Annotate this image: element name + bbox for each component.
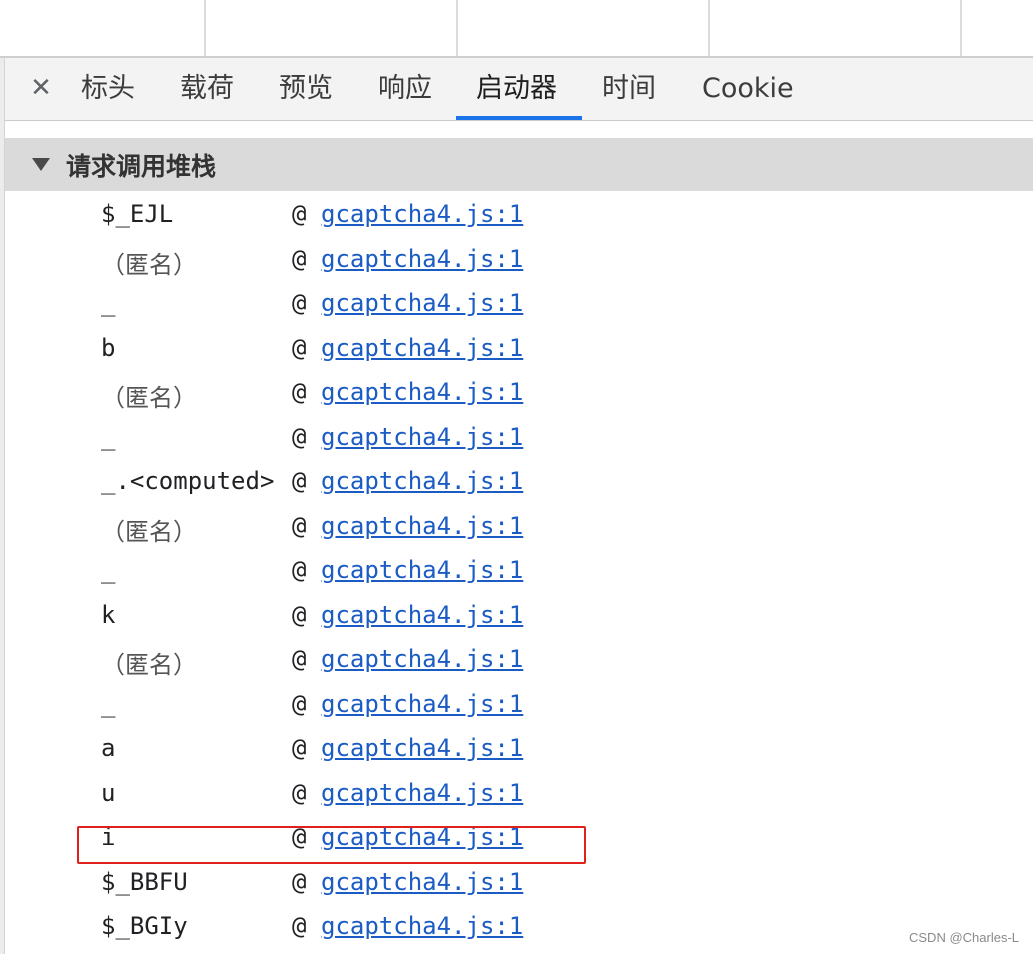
function-name: （匿名） [101, 384, 197, 412]
at-separator: @ [292, 333, 307, 362]
function-name: $_EJL [101, 200, 174, 228]
function-name: _ [101, 422, 116, 451]
column-divider[interactable] [960, 0, 962, 57]
active-tab-indicator [456, 116, 582, 120]
source-location-link[interactable]: gcaptcha4.js:1 [321, 245, 523, 273]
function-name: k [101, 600, 116, 629]
source-location-link[interactable]: gcaptcha4.js:1 [321, 868, 523, 896]
network-table-header-strip [0, 0, 1033, 57]
close-icon[interactable]: ✕ [25, 72, 57, 104]
stack-frame-row: a @ gcaptcha4.js:1 [5, 728, 1033, 773]
stack-frame-row: _ @ gcaptcha4.js:1 [5, 417, 1033, 462]
at-separator: @ [292, 645, 307, 673]
tab-cookies[interactable]: Cookie [702, 58, 794, 120]
source-location-link[interactable]: gcaptcha4.js:1 [321, 601, 523, 629]
at-separator: @ [292, 378, 307, 406]
function-name: a [101, 734, 116, 762]
at-separator: @ [292, 422, 307, 451]
function-name: （匿名） [101, 250, 197, 279]
stack-frame-row: （匿名） @ gcaptcha4.js:1 [5, 239, 1033, 284]
call-stack-list: $_EJL @ gcaptcha4.js:1 （匿名） @ gcaptcha4.js:1 _… [5, 194, 1033, 951]
function-name: _ [101, 289, 116, 317]
at-separator: @ [292, 289, 307, 317]
stack-frame-row: u @ gcaptcha4.js:1 [5, 773, 1033, 818]
function-name: （匿名） [101, 517, 197, 546]
at-separator: @ [292, 867, 307, 896]
at-separator: @ [292, 556, 307, 584]
function-name: _ [101, 556, 116, 584]
at-separator: @ [292, 467, 307, 495]
column-divider[interactable] [204, 0, 206, 57]
stack-frame-row: _ @ gcaptcha4.js:1 [5, 550, 1033, 595]
tab-initiator[interactable]: 启动器 [476, 58, 557, 120]
tab-headers[interactable]: 标头 [81, 58, 135, 120]
tab-preview[interactable]: 预览 [279, 58, 333, 120]
at-separator: @ [292, 912, 307, 940]
column-divider[interactable] [708, 0, 710, 57]
stack-frame-row: b @ gcaptcha4.js:1 [5, 328, 1033, 373]
tab-bar: ✕ 标头 载荷 预览 响应 启动器 时间 Cookie [5, 58, 1033, 121]
source-location-link[interactable]: gcaptcha4.js:1 [321, 734, 523, 762]
source-location-link[interactable]: gcaptcha4.js:1 [321, 423, 523, 451]
at-separator: @ [292, 200, 307, 228]
function-name: _.<computed> [101, 467, 275, 495]
stack-frame-row: _ @ gcaptcha4.js:1 [5, 283, 1033, 328]
source-location-link[interactable]: gcaptcha4.js:1 [321, 378, 523, 406]
function-name: b [101, 333, 116, 362]
stack-frame-row: i @ gcaptcha4.js:1 [5, 817, 1033, 862]
source-location-link[interactable]: gcaptcha4.js:1 [321, 912, 523, 940]
function-name: u [101, 778, 116, 807]
section-title: 请求调用堆栈 [66, 151, 217, 181]
source-location-link[interactable]: gcaptcha4.js:1 [321, 200, 523, 228]
source-location-link[interactable]: gcaptcha4.js:1 [321, 334, 523, 362]
function-name: （匿名） [101, 651, 197, 679]
function-name: _ [101, 689, 116, 718]
stack-frame-row: _ @ gcaptcha4.js:1 [5, 684, 1033, 729]
source-location-link[interactable]: gcaptcha4.js:1 [321, 690, 523, 718]
stack-frame-row: （匿名） @ gcaptcha4.js:1 [5, 372, 1033, 417]
stack-frame-row: $_BBFU @ gcaptcha4.js:1 [5, 862, 1033, 907]
at-separator: @ [292, 244, 307, 273]
request-call-stack-header[interactable]: 请求调用堆栈 [5, 138, 1033, 191]
function-name: $_BGIy [101, 912, 188, 940]
tab-payload[interactable]: 载荷 [180, 58, 234, 120]
at-separator: @ [292, 823, 307, 851]
source-location-link[interactable]: gcaptcha4.js:1 [321, 645, 523, 673]
function-name: $_BBFU [101, 867, 188, 896]
watermark: CSDN @Charles-L [909, 930, 1019, 945]
tab-timing[interactable]: 时间 [602, 58, 656, 120]
stack-frame-row: _.<computed> @ gcaptcha4.js:1 [5, 461, 1033, 506]
source-location-link[interactable]: gcaptcha4.js:1 [321, 289, 523, 317]
at-separator: @ [292, 778, 307, 807]
at-separator: @ [292, 734, 307, 762]
stack-frame-row: （匿名） @ gcaptcha4.js:1 [5, 506, 1033, 551]
column-divider[interactable] [456, 0, 458, 57]
source-location-link[interactable]: gcaptcha4.js:1 [321, 556, 523, 584]
source-location-link[interactable]: gcaptcha4.js:1 [321, 779, 523, 807]
tab-response[interactable]: 响应 [378, 58, 432, 120]
expand-triangle-icon[interactable] [32, 158, 50, 171]
source-location-link[interactable]: gcaptcha4.js:1 [321, 467, 523, 495]
at-separator: @ [292, 689, 307, 718]
function-name: i [101, 823, 116, 851]
source-location-link[interactable]: gcaptcha4.js:1 [321, 512, 523, 540]
at-separator: @ [292, 600, 307, 629]
stack-frame-row: k @ gcaptcha4.js:1 [5, 595, 1033, 640]
stack-frame-row: （匿名） @ gcaptcha4.js:1 [5, 639, 1033, 684]
at-separator: @ [292, 511, 307, 540]
stack-frame-row: $_BGIy @ gcaptcha4.js:1 [5, 906, 1033, 951]
source-location-link[interactable]: gcaptcha4.js:1 [321, 823, 523, 851]
devtools-panel: ✕ 标头 载荷 预览 响应 启动器 时间 Cookie 请求调用堆栈 $_EJL… [0, 0, 1033, 954]
stack-frame-row: $_EJL @ gcaptcha4.js:1 [5, 194, 1033, 239]
